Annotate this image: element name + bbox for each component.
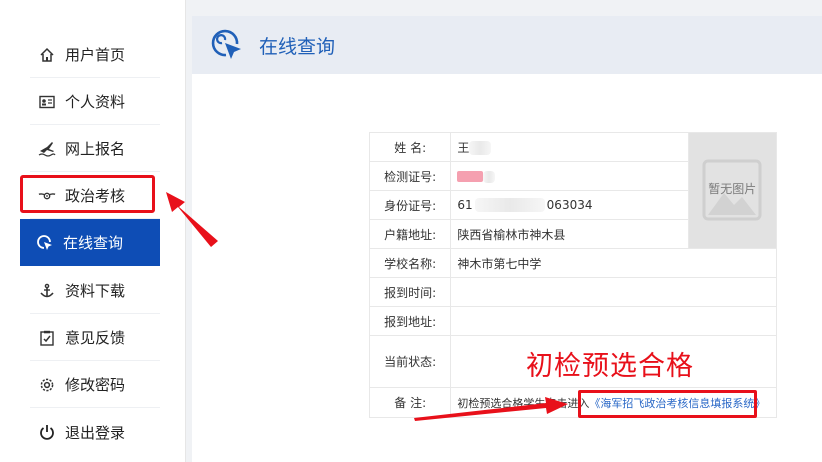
id-number-value: 61 063034 (450, 190, 689, 220)
home-icon (38, 46, 56, 64)
sidebar-item-feedback[interactable]: 意见反馈 (30, 315, 160, 361)
sidebar-item-label: 用户首页 (65, 46, 126, 64)
sidebar-item-logout[interactable]: 退出登录 (30, 409, 160, 455)
household-value: 陕西省榆林市神木县 (450, 219, 689, 249)
sidebar-item-online-query[interactable]: 在线查询 (20, 219, 160, 266)
sidebar-item-signup[interactable]: 网上报名 (30, 126, 160, 172)
school-value: 神木市第七中学 (450, 248, 777, 278)
sidebar-item-label: 退出登录 (65, 423, 126, 442)
page-title: 在线查询 (259, 35, 336, 58)
plane-icon (38, 140, 56, 158)
status-value: 初检预选合格 (526, 351, 694, 382)
household-label: 户籍地址: (368, 219, 452, 249)
id-number-label: 身份证号: (368, 190, 452, 220)
status-label: 当前状态: (368, 335, 452, 388)
remark-text: 初检预选合格学生点击进入 (457, 396, 590, 410)
clipboard-check-icon (38, 329, 56, 347)
name-value: 王 (450, 132, 689, 162)
search-cursor-icon (209, 27, 245, 63)
page-header: 在线查询 (192, 16, 822, 74)
gear-icon (38, 376, 56, 394)
highlight-box-political-review (20, 175, 155, 213)
sidebar-item-profile[interactable]: 个人资料 (30, 79, 160, 125)
search-cursor-icon (36, 234, 54, 252)
anchor-icon (38, 282, 56, 300)
sidebar-item-label: 意见反馈 (65, 329, 126, 347)
name-label: 姓 名: (368, 132, 452, 162)
sidebar-item-label: 个人资料 (65, 93, 126, 111)
report-time-value (450, 277, 777, 307)
remark-label: 备 注: (368, 387, 452, 418)
exam-id-label: 检测证号: (368, 161, 452, 191)
power-icon (38, 423, 56, 441)
sidebar: 用户首页 个人资料 网上报名 政治考核 在线查询 资料下载 意见反馈 修改密码 … (0, 0, 186, 462)
sidebar-item-label: 资料下载 (65, 282, 126, 300)
photo-placeholder: 暂无图片 (687, 132, 778, 249)
sidebar-item-label: 在线查询 (63, 234, 124, 252)
sidebar-item-label: 修改密码 (65, 376, 126, 394)
sidebar-item-downloads[interactable]: 资料下载 (30, 268, 160, 314)
id-card-icon (38, 93, 56, 111)
sidebar-item-change-password[interactable]: 修改密码 (30, 362, 160, 408)
report-address-value (450, 306, 777, 336)
school-label: 学校名称: (368, 248, 452, 278)
report-address-label: 报到地址: (368, 306, 452, 336)
sidebar-item-label: 网上报名 (65, 140, 126, 158)
report-time-label: 报到时间: (368, 277, 452, 307)
sidebar-item-home[interactable]: 用户首页 (30, 32, 160, 78)
highlight-box-link (578, 390, 757, 418)
exam-id-value (450, 161, 689, 191)
